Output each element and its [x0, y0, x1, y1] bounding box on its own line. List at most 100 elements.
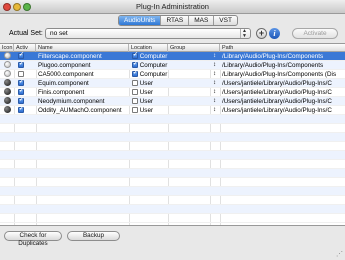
active-checkbox[interactable] [18, 52, 24, 60]
location-checkbox[interactable] [132, 70, 138, 78]
header-name[interactable]: Name [36, 44, 129, 52]
table-row[interactable]: Neodymium.component User ↕ /Users/jantie… [0, 97, 345, 106]
active-checkbox[interactable] [18, 79, 24, 87]
resize-grip-icon[interactable]: ⋰ [336, 251, 344, 259]
row-location-cell: User [130, 106, 168, 115]
actual-set-select[interactable]: no set ▲ ▼ [45, 28, 251, 39]
location-checkbox[interactable] [132, 79, 138, 86]
row-location: Computer [139, 71, 168, 78]
tab-vst[interactable]: VST [214, 16, 237, 25]
row-group-popup-icon[interactable]: ↕ [211, 70, 220, 79]
plugin-table: Icon Activ Name Location Group Path Filt… [0, 43, 345, 226]
header-path[interactable]: Path [220, 44, 345, 52]
location-checkbox[interactable] [132, 61, 138, 69]
tab-audiounits[interactable]: AudioUnits [119, 16, 162, 25]
row-group[interactable] [168, 61, 210, 70]
row-group-popup-icon[interactable]: ↕ [211, 88, 220, 97]
row-group[interactable] [168, 106, 210, 115]
row-active-cell [16, 52, 36, 61]
row-location-cell: Computer [130, 52, 168, 61]
row-name: Oddity_AUMachO.component [38, 107, 122, 114]
toolbar: Actual Set: no set ▲ ▼ + i Activate [0, 27, 345, 41]
row-icon-cell [2, 106, 14, 115]
plugin-icon [4, 61, 11, 69]
bottom-bar: Check for Duplicates Backup ⋰ [0, 227, 345, 260]
active-checkbox[interactable] [18, 106, 24, 114]
row-location-cell: User [130, 79, 168, 88]
row-path: /Library/Audio/Plug-Ins/Components [222, 62, 324, 69]
activate-button[interactable]: Activate [292, 28, 338, 39]
table-row[interactable]: CA5000.component Computer ↕ /Library/Aud… [0, 70, 345, 79]
empty-row [0, 187, 345, 196]
plugin-icon [4, 52, 11, 60]
row-group-popup-icon[interactable]: ↕ [211, 79, 220, 88]
row-name: CA5000.component [38, 71, 94, 78]
row-icon-cell [2, 61, 14, 70]
row-group-popup-icon[interactable]: ↕ [211, 106, 220, 115]
plugin-icon [4, 79, 11, 87]
header-location[interactable]: Location [129, 44, 168, 52]
row-group-popup-icon[interactable]: ↕ [211, 97, 220, 106]
active-checkbox[interactable] [18, 97, 24, 105]
location-checkbox[interactable] [132, 52, 138, 60]
row-active-cell [16, 79, 36, 88]
backup-button[interactable]: Backup [67, 231, 120, 241]
active-checkbox[interactable] [18, 61, 24, 69]
info-icon: i [273, 29, 276, 38]
plugin-type-tabs: AudioUnits RTAS MAS VST [118, 15, 238, 26]
plugin-icon [4, 70, 11, 78]
empty-row [0, 160, 345, 169]
row-group[interactable] [168, 97, 210, 106]
table-header: Icon Activ Name Location Group Path [0, 44, 345, 52]
actual-set-label: Actual Set: [9, 30, 43, 37]
location-checkbox[interactable] [132, 97, 138, 104]
row-name: Filterscape.component [38, 53, 102, 60]
location-checkbox[interactable] [132, 88, 138, 95]
plugin-icon [4, 88, 11, 96]
row-path: /Users/jantiele/Library/Audio/Plug-Ins/C [222, 98, 332, 105]
row-location-cell: Computer [130, 61, 168, 70]
table-row[interactable]: Oddity_AUMachO.component User ↕ /Users/j… [0, 106, 345, 115]
row-name: Equim.component [38, 80, 89, 87]
row-group[interactable] [168, 79, 210, 88]
row-location: Computer [139, 62, 168, 69]
window-title: Plug-In Administration [136, 2, 209, 11]
row-name: Plugoo.component [38, 62, 91, 69]
tab-mas[interactable]: MAS [189, 16, 215, 25]
row-group[interactable] [168, 88, 210, 97]
row-group[interactable] [168, 70, 210, 79]
check-duplicates-button[interactable]: Check for Duplicates [4, 231, 62, 247]
plugin-icon [4, 106, 11, 114]
active-checkbox[interactable] [18, 88, 24, 96]
row-location: Computer [139, 53, 168, 60]
row-icon-cell [2, 88, 14, 97]
info-button[interactable]: i [269, 28, 280, 39]
empty-row [0, 115, 345, 124]
header-icon[interactable]: Icon [0, 44, 14, 52]
table-row[interactable]: Filterscape.component Computer ↕ /Librar… [0, 52, 345, 61]
row-path: /Users/jantiele/Library/Audio/Plug-Ins/C [222, 107, 332, 114]
title-bar: Plug-In Administration [0, 0, 345, 14]
row-name: Neodymium.component [38, 98, 105, 105]
active-checkbox[interactable] [18, 70, 24, 77]
row-group-popup-icon[interactable]: ↕ [211, 61, 220, 70]
row-name: Finis.component [38, 89, 85, 96]
plugin-icon [4, 97, 11, 105]
table-row[interactable]: Finis.component User ↕ /Users/jantiele/L… [0, 88, 345, 97]
row-icon-cell [2, 79, 14, 88]
tab-rtas[interactable]: RTAS [161, 16, 190, 25]
empty-row [0, 124, 345, 133]
header-group[interactable]: Group [168, 44, 220, 52]
row-active-cell [16, 97, 36, 106]
table-row[interactable]: Plugoo.component Computer ↕ /Library/Aud… [0, 61, 345, 70]
location-checkbox[interactable] [132, 106, 138, 113]
row-location-cell: User [130, 97, 168, 106]
add-set-button[interactable]: + [256, 28, 267, 39]
header-active[interactable]: Activ [14, 44, 36, 52]
empty-row [0, 169, 345, 178]
row-group-popup-icon[interactable]: ↕ [211, 52, 220, 61]
empty-row [0, 178, 345, 187]
table-row[interactable]: Equim.component User ↕ /Users/jantiele/L… [0, 79, 345, 88]
empty-row [0, 205, 345, 214]
row-group[interactable] [168, 52, 210, 61]
